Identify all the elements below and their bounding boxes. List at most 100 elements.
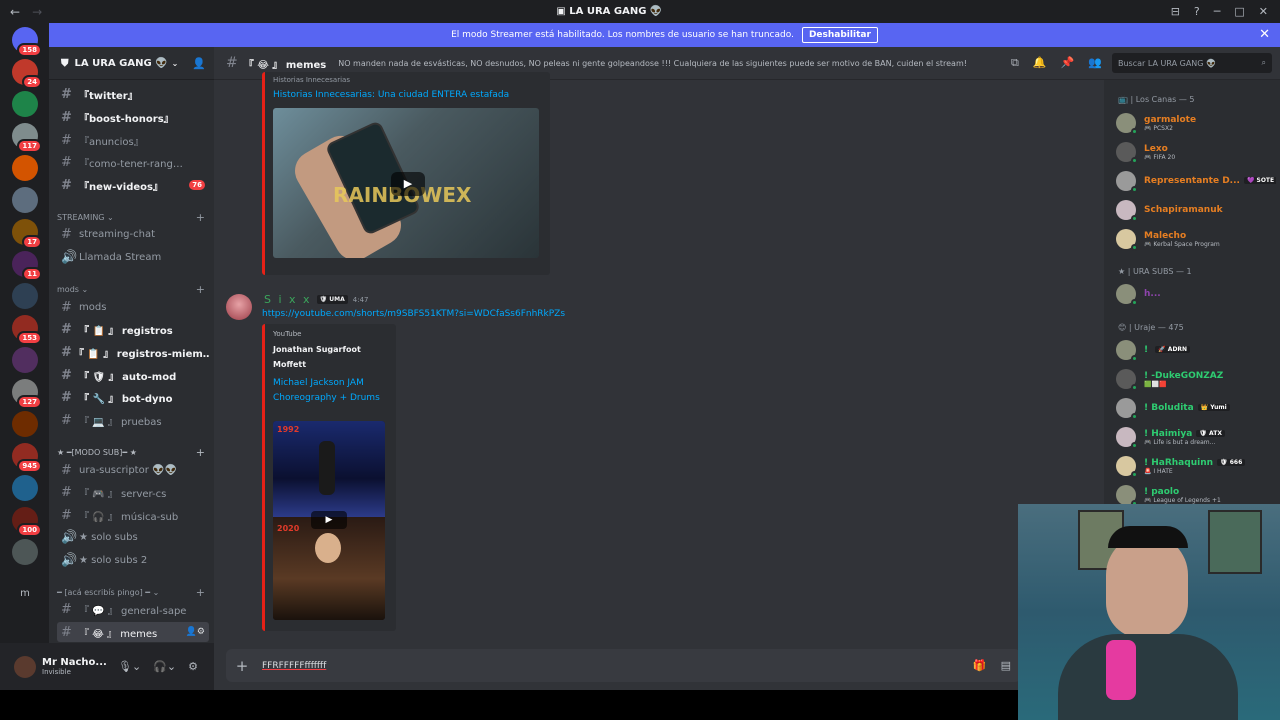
voice-channel-llamada[interactable]: 🔊 Llamada Stream (57, 247, 209, 267)
server-icon[interactable]: 158 (12, 27, 42, 57)
video-thumbnail[interactable]: 1992 2020 ▶ (273, 421, 385, 620)
inbox-icon[interactable]: ⊟ (1171, 5, 1180, 18)
voice-channel-solo-subs-2[interactable]: 🔊 ★ solo subs 2 (57, 550, 209, 570)
play-icon[interactable]: ▶ (391, 172, 425, 196)
embed-title[interactable]: Michael Jackson JAM Choreography + Drums (273, 376, 396, 406)
add-channel-icon[interactable]: + (196, 586, 205, 599)
close-window-icon[interactable]: ✕ (1259, 5, 1268, 18)
message-input[interactable]: + FFRFFFFFfffffff 🎁 ▤ (226, 649, 1021, 682)
channel-server-cs[interactable]: # 『 🎮 』 server-cs (57, 482, 209, 502)
channel-registros[interactable]: # 『 📋 』 registros (57, 319, 209, 339)
channel-musica-sub[interactable]: # 『 🎧 』 música-sub (57, 505, 209, 525)
category-streaming[interactable]: STREAMING ⌄ + (57, 211, 209, 224)
member-row[interactable]: Malecho 🎮 Kerbal Space Program (1116, 226, 1276, 252)
add-channel-icon[interactable]: + (196, 211, 205, 224)
forward-arrow-icon[interactable]: → (32, 5, 42, 19)
member-row[interactable]: Schapiramanuk (1116, 197, 1276, 223)
channel-new-videos[interactable]: # 『new-videos』 76 (57, 175, 209, 195)
status-dot (1131, 355, 1138, 362)
pin-icon[interactable]: 📌 (1061, 56, 1075, 70)
status-dot (1131, 157, 1138, 164)
gift-icon[interactable]: 🎁 (973, 659, 987, 672)
channel-mods[interactable]: # mods (57, 297, 209, 317)
category-modo-sub[interactable]: ★ ━[MODO SUB]━ ★ + (57, 446, 209, 459)
member-row[interactable]: garmalote 🎮 PCSX2 (1116, 110, 1276, 136)
server-icon[interactable] (12, 283, 38, 309)
member-row[interactable]: Lexo 🎮 FIFA 20 (1116, 139, 1276, 165)
server-icon[interactable] (12, 155, 38, 181)
channel-anuncios[interactable]: # 『anuncios』 (57, 130, 209, 150)
member-activity: 🚨 I HATE (1144, 467, 1173, 475)
member-row[interactable]: ! 🚀 ADRN (1116, 337, 1276, 363)
embed-author[interactable]: Jonathan Sugarfoot Moffett (273, 342, 396, 372)
server-icon[interactable]: 17 (12, 219, 42, 249)
threads-icon[interactable]: ⧉ (1011, 56, 1019, 70)
category-mods[interactable]: mods ⌄ + (57, 283, 209, 296)
avatar (1116, 113, 1138, 135)
message-link[interactable]: https://youtube.com/shorts/m9SBFS51KTM?s… (262, 309, 565, 319)
server-header[interactable]: ⛊ LA URA GANG 👽 ⌄ 👤 (49, 47, 214, 80)
channel-topic[interactable]: NO manden nada de esvásticas, NO desnudo… (338, 59, 967, 68)
add-channel-icon[interactable]: + (196, 283, 205, 296)
add-channel-icon[interactable]: + (196, 446, 205, 459)
server-icon[interactable] (12, 411, 38, 437)
server-icon[interactable]: 945 (12, 443, 42, 473)
gif-icon[interactable]: ▤ (1001, 659, 1011, 672)
channel-como-tener-rango[interactable]: # 『como-tener-rang… (57, 152, 209, 172)
server-icon[interactable] (12, 347, 38, 373)
server-icon[interactable] (12, 91, 38, 117)
message-author[interactable]: S i x x (264, 293, 312, 306)
avatar[interactable] (14, 655, 36, 678)
voice-channel-solo-subs[interactable]: 🔊 ★ solo subs (57, 527, 209, 547)
member-row[interactable]: Representante D... 💜 SOTE (1116, 168, 1276, 194)
channel-auto-mod[interactable]: # 『 🛡 』 auto-mod (57, 365, 209, 385)
category-aca-escribis[interactable]: ━ [acá escribís pingo] ━ ⌄ + (57, 586, 209, 599)
channel-memes[interactable]: # 『 😂 』 memes 👤⚙ (57, 622, 209, 642)
add-attachment-icon[interactable]: + (226, 657, 258, 675)
play-icon[interactable]: ▶ (311, 511, 347, 529)
server-icon[interactable]: 153 (12, 315, 42, 345)
channel-registros-miembros[interactable]: # 『 📋 』 registros-miem… (57, 342, 209, 362)
channel-twitter[interactable]: # 『twitter』 (57, 84, 209, 104)
member-row[interactable]: ! HaRhaquinn 🛡 666 🚨 I HATE (1116, 453, 1276, 479)
disable-streamer-button[interactable]: Deshabilitar (801, 27, 878, 43)
video-thumbnail[interactable]: RAINBOWEX ▶ (273, 108, 539, 258)
member-row[interactable]: ! Haimiya 🛡 ATX 🎮 Life is but a dream... (1116, 424, 1276, 450)
server-icon[interactable] (12, 475, 38, 501)
server-icon[interactable]: 24 (12, 59, 42, 89)
server-icon[interactable] (12, 187, 38, 213)
server-icon[interactable] (12, 539, 38, 565)
server-icon[interactable]: 127 (12, 379, 42, 409)
close-icon[interactable]: ✕ (1259, 27, 1270, 42)
gear-icon[interactable]: ⚙ (188, 660, 198, 673)
folder-icon[interactable]: m (12, 581, 38, 607)
server-icon[interactable]: 11 (12, 251, 42, 281)
help-icon[interactable]: ? (1194, 5, 1200, 18)
member-name-text: ! Boludita (1144, 403, 1194, 413)
member-row[interactable]: ! Boludita 👑 Yumi (1116, 395, 1276, 421)
minimize-icon[interactable]: ─ (1214, 5, 1221, 18)
member-row[interactable]: ! paolo 🎮 League of Legends +1 (1116, 482, 1276, 505)
settings-icon[interactable]: 👤⚙ (186, 627, 205, 637)
avatar[interactable] (226, 294, 252, 320)
member-row[interactable]: ! -DukeGONZAZ 🟩⬜🟥 (1116, 366, 1276, 392)
server-icon[interactable]: 100 (12, 507, 42, 537)
member-row[interactable]: h... (1116, 281, 1276, 307)
member-list-icon[interactable]: 👥 (1088, 56, 1102, 70)
channel-bot-dyno[interactable]: # 『 🔧 』 bot-dyno (57, 387, 209, 407)
channel-streaming-chat[interactable]: # streaming-chat (57, 224, 209, 244)
search-input[interactable]: Buscar LA URA GANG 👽 ⌕ (1112, 53, 1272, 73)
channel-boost-honors[interactable]: # 『boost-honors』 (57, 107, 209, 127)
member-name-text: ! HaRhaquinn (1144, 457, 1214, 468)
headphones-icon[interactable]: 🎧⌄ (153, 660, 176, 673)
channel-general-sape[interactable]: # 『 💬 』 general-sape (57, 599, 209, 619)
embed-title[interactable]: Historias Innecesarias: Una ciudad ENTER… (273, 88, 550, 103)
server-icon[interactable]: 117 (12, 123, 42, 153)
channel-pruebas[interactable]: # 『 💻 』 pruebas (57, 410, 209, 430)
bell-icon[interactable]: 🔔 (1033, 56, 1047, 70)
invite-icon[interactable]: 👤 (192, 57, 206, 70)
microphone-icon[interactable]: 🎙⌄ (118, 660, 141, 673)
back-arrow-icon[interactable]: ← (10, 5, 20, 19)
maximize-icon[interactable]: □ (1234, 5, 1244, 18)
channel-ura-suscriptor[interactable]: # ura-suscriptor 👽👽 (57, 460, 209, 480)
